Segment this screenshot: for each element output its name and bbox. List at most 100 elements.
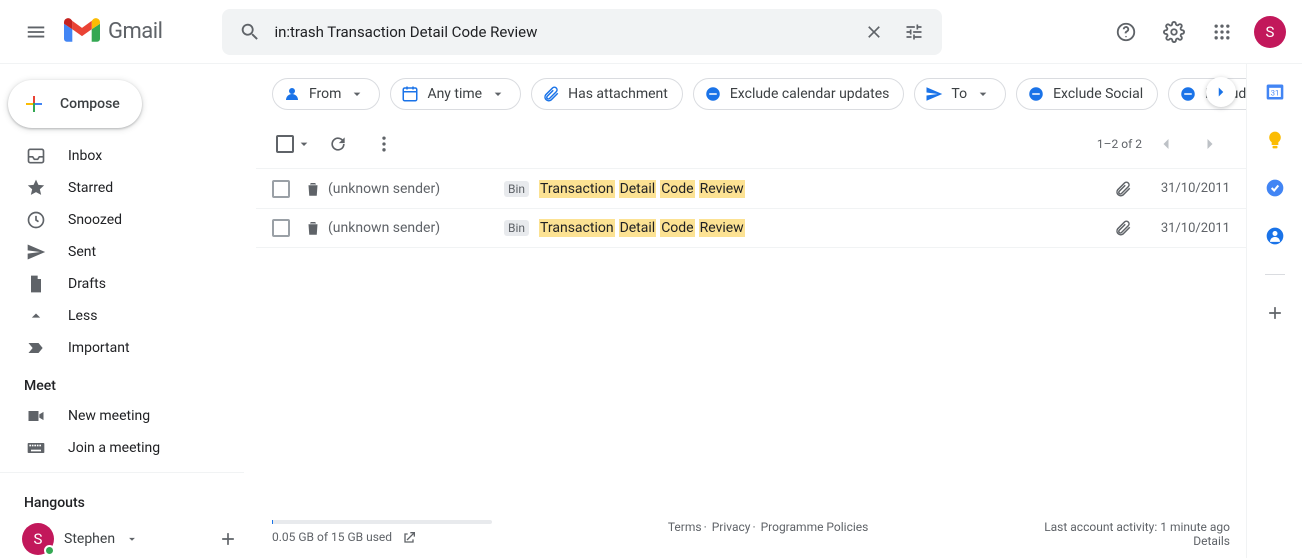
sidebar-item-sent[interactable]: Sent bbox=[0, 236, 244, 268]
activity-text: Last account activity: 1 minute ago bbox=[1044, 520, 1230, 534]
contacts-app-icon[interactable] bbox=[1265, 226, 1285, 246]
sidebar-item-join-meeting[interactable]: Join a meeting bbox=[0, 432, 244, 464]
subject-text: Transaction Detail Code Review bbox=[539, 219, 745, 237]
search-input[interactable] bbox=[270, 23, 854, 41]
help-icon bbox=[1115, 21, 1137, 43]
tasks-app-icon[interactable] bbox=[1265, 178, 1285, 198]
sidebar-item-new-meeting[interactable]: New meeting bbox=[0, 400, 244, 432]
search-button[interactable] bbox=[230, 12, 270, 52]
account-avatar[interactable]: S bbox=[1254, 16, 1286, 48]
filter-chip-has-attachment[interactable]: Has attachment bbox=[531, 78, 683, 110]
row-checkbox[interactable] bbox=[272, 219, 290, 237]
open-external-button[interactable] bbox=[401, 530, 417, 546]
chip-label: Exclude Social bbox=[1053, 86, 1143, 102]
more-button[interactable] bbox=[364, 124, 404, 164]
chip-label: Has attachment bbox=[568, 86, 668, 102]
sidebar-item-inbox[interactable]: Inbox bbox=[0, 140, 244, 172]
footer-link-privacy[interactable]: Privacy bbox=[712, 520, 751, 534]
app-header: Gmail S bbox=[0, 0, 1302, 64]
sidebar-item-label: Snoozed bbox=[68, 212, 122, 228]
message-row[interactable]: (unknown sender)BinTransaction Detail Co… bbox=[256, 168, 1246, 208]
filter-chip-exclude-calendar-updates[interactable]: Exclude calendar updates bbox=[693, 78, 905, 110]
sidebar-item-snoozed[interactable]: Snoozed bbox=[0, 204, 244, 236]
sidebar-item-important[interactable]: Important bbox=[0, 332, 244, 364]
star-icon bbox=[26, 178, 46, 198]
get-addons-button[interactable] bbox=[1265, 303, 1285, 323]
sidebar-item-label: New meeting bbox=[68, 408, 150, 424]
list-toolbar: 1–2 of 2 bbox=[256, 120, 1246, 168]
message-list: (unknown sender)BinTransaction Detail Co… bbox=[256, 168, 1246, 248]
settings-button[interactable] bbox=[1154, 12, 1194, 52]
search-options-button[interactable] bbox=[894, 12, 934, 52]
sidebar-item-label: Drafts bbox=[68, 276, 106, 292]
filter-chip-to[interactable]: To bbox=[914, 78, 1006, 110]
sidebar-item-less[interactable]: Less bbox=[0, 300, 244, 332]
sidebar-item-label: Join a meeting bbox=[68, 440, 160, 456]
file-icon bbox=[26, 274, 46, 294]
chevron-right-icon bbox=[1200, 134, 1220, 154]
row-checkbox[interactable] bbox=[272, 180, 290, 198]
calendar-app-icon[interactable]: 31 bbox=[1265, 82, 1285, 102]
attachment-icon bbox=[1114, 219, 1132, 237]
search-icon bbox=[239, 21, 261, 43]
refresh-button[interactable] bbox=[318, 124, 358, 164]
main-content: From Any time Has attachment Exclude calend… bbox=[256, 64, 1246, 558]
row-date: 31/10/2011 bbox=[1144, 221, 1230, 236]
sidebar-item-label: Sent bbox=[68, 244, 96, 260]
chips-scroll-right[interactable] bbox=[1206, 77, 1236, 107]
plus-icon bbox=[218, 529, 238, 549]
row-date: 31/10/2011 bbox=[1144, 181, 1230, 196]
message-row[interactable]: (unknown sender)BinTransaction Detail Co… bbox=[256, 208, 1246, 248]
label-badge: Bin bbox=[504, 220, 529, 236]
support-button[interactable] bbox=[1106, 12, 1146, 52]
google-apps-button[interactable] bbox=[1202, 12, 1242, 52]
sidebar-item-starred[interactable]: Starred bbox=[0, 172, 244, 204]
pagination: 1–2 of 2 bbox=[1097, 124, 1230, 164]
sidebar-item-drafts[interactable]: Drafts bbox=[0, 268, 244, 300]
chevron-right-icon bbox=[1212, 83, 1230, 101]
page-info: 1–2 of 2 bbox=[1097, 137, 1142, 151]
gear-icon bbox=[1163, 21, 1185, 43]
clock-icon bbox=[26, 210, 46, 230]
presence-indicator bbox=[44, 545, 55, 556]
refresh-icon bbox=[328, 134, 348, 154]
chip-label: From bbox=[309, 86, 341, 102]
caret-down-icon bbox=[349, 86, 365, 102]
prev-page-button[interactable] bbox=[1146, 124, 1186, 164]
more-vert-icon bbox=[374, 134, 394, 154]
footer-links: Terms· Privacy· Programme Policies bbox=[504, 520, 1032, 534]
storage-bar bbox=[272, 520, 492, 524]
filter-chip-exclude-social[interactable]: Exclude Social bbox=[1016, 78, 1158, 110]
chevron-left-icon bbox=[1156, 134, 1176, 154]
footer-link-policies[interactable]: Programme Policies bbox=[761, 520, 869, 534]
new-chat-button[interactable] bbox=[218, 529, 238, 549]
compose-button[interactable]: Compose bbox=[8, 80, 142, 128]
sidebar-item-label: Less bbox=[68, 308, 97, 324]
next-page-button[interactable] bbox=[1190, 124, 1230, 164]
trash-icon bbox=[304, 180, 322, 198]
filter-chip-any-time[interactable]: Any time bbox=[390, 78, 521, 110]
main-menu-button[interactable] bbox=[12, 8, 60, 56]
header-actions: S bbox=[1106, 12, 1286, 52]
plus-icon bbox=[1265, 303, 1285, 323]
sidebar-item-label: Inbox bbox=[68, 148, 102, 164]
gmail-logo[interactable]: Gmail bbox=[64, 18, 162, 46]
footer-details-link[interactable]: Details bbox=[1193, 534, 1230, 548]
open-in-new-icon bbox=[401, 530, 417, 546]
video-icon bbox=[26, 406, 46, 426]
plus-icon bbox=[22, 92, 46, 116]
keep-app-icon[interactable] bbox=[1265, 130, 1285, 150]
caret-down-icon bbox=[975, 86, 991, 102]
footer-link-terms[interactable]: Terms bbox=[668, 520, 702, 534]
tune-icon bbox=[904, 22, 924, 42]
footer-activity: Last account activity: 1 minute ago Deta… bbox=[1044, 520, 1230, 548]
svg-text:31: 31 bbox=[1270, 88, 1278, 97]
clear-search-button[interactable] bbox=[854, 12, 894, 52]
hangouts-user-row[interactable]: S Stephen bbox=[0, 517, 256, 555]
filter-chip-from[interactable]: From bbox=[272, 78, 380, 110]
footer: 0.05 GB of 15 GB used Terms· Privacy· Pr… bbox=[256, 508, 1246, 558]
hamburger-icon bbox=[25, 21, 47, 43]
important-icon bbox=[26, 338, 46, 358]
gmail-m-icon bbox=[64, 18, 100, 46]
select-all-checkbox[interactable] bbox=[272, 124, 312, 164]
